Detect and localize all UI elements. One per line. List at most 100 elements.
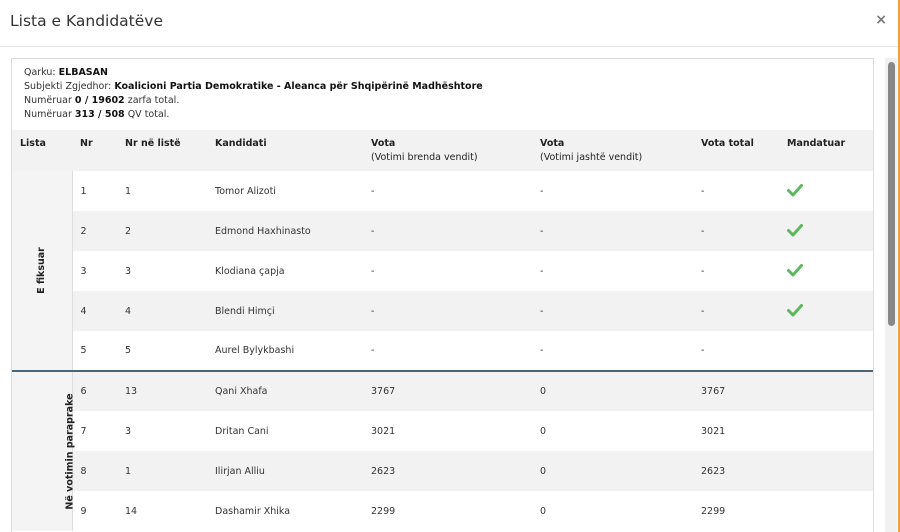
cell-jashte: - <box>540 265 544 277</box>
cell-total: - <box>693 211 779 251</box>
cell-nr: 6 <box>72 370 117 411</box>
table-row: 3 3 Klodiana çapja - - - <box>12 251 873 291</box>
col-lista: Lista <box>12 130 72 171</box>
cell-nr-liste: 3 <box>125 425 132 437</box>
table-body: E fiksuar 1 1 Tomor Alizoti - - -2 2 Edmond Haxh… <box>12 171 873 531</box>
col-vota-jashte: Vota (Votimi jashtë vendit) <box>532 130 693 171</box>
cell-brenda: - <box>371 345 375 356</box>
qarku-value: ELBASAN <box>58 67 108 78</box>
cell-total: 2299 <box>701 505 726 517</box>
table-row: 9 14 Dashamir Xhika 2299 0 2299 <box>12 491 873 531</box>
cell-nr: 8 <box>72 451 117 491</box>
table-row: 2 2 Edmond Haxhinasto - - - <box>12 211 873 251</box>
table-row: 8 1 Ilirjan Alliu 2623 0 2623 <box>12 451 873 491</box>
qarku-label: Qarku: <box>24 67 56 78</box>
cell-total: - <box>701 345 705 356</box>
cell-nr: 5 <box>80 345 87 356</box>
cell-kandidati: Edmond Haxhinasto <box>207 211 363 251</box>
cell-nr: 3 <box>80 265 87 277</box>
close-icon[interactable]: × <box>875 13 887 27</box>
cell-nr-liste: 14 <box>125 505 138 517</box>
numeruar-qv-suffix: QV total. <box>127 109 170 120</box>
cell-nr-liste: 13 <box>117 370 207 411</box>
table-header: Lista Nr Nr në listë Kandidati Vota (Voti… <box>12 130 873 171</box>
numeruar-qv-line: Numëruar 313 / 508 QV total. <box>24 108 861 122</box>
cell-jashte: 0 <box>540 505 547 517</box>
col-vota-brenda-sub: (Votimi brenda vendit) <box>371 152 478 163</box>
cell-mandatuar <box>779 331 873 371</box>
numeruar-label: Numëruar <box>24 109 72 120</box>
cell-mandatuar <box>779 171 873 211</box>
table-row: Në votimin paraprake 6 13 Qani Xhafa 3767 0 37… <box>12 370 873 531</box>
col-kandidati: Kandidati <box>207 130 363 171</box>
cell-mandatuar <box>779 451 873 491</box>
check-icon <box>787 183 803 200</box>
qarku-line: Qarku: ELBASAN <box>24 66 861 80</box>
cell-kandidati: Aurel Bylykbashi <box>215 345 295 356</box>
group-fiksuar: E fiksuar <box>12 171 73 371</box>
cell-nr: 1 <box>80 185 87 197</box>
cell-nr-liste: 4 <box>117 291 207 331</box>
table-row: 5 5 Aurel Bylykbashi - - - <box>12 331 873 371</box>
cell-kandidati: Tomor Alizoti <box>215 185 276 197</box>
cell-total: 3021 <box>701 425 726 437</box>
cell-total: - <box>693 291 779 331</box>
cell-total: - <box>701 265 705 277</box>
cell-mandatuar <box>779 251 873 291</box>
group-label: E fiksuar <box>36 247 48 294</box>
col-mandatuar: Mandatuar <box>779 130 873 171</box>
candidates-table: Lista Nr Nr në listë Kandidati Vota (Voti… <box>12 130 873 531</box>
check-icon <box>787 263 803 280</box>
cell-nr: 9 <box>80 505 87 517</box>
cell-jashte: - <box>532 211 693 251</box>
cell-jashte: - <box>540 345 544 356</box>
table-row: 7 3 Dritan Cani 3021 0 3021 <box>12 411 873 451</box>
numeruar-zarfa-value: 0 / 19602 <box>74 95 125 106</box>
subjekti-line: Subjekti Zgjedhor: Koalicioni Partia Dem… <box>24 80 861 94</box>
cell-brenda: - <box>371 265 375 277</box>
cell-brenda: 2623 <box>363 451 532 491</box>
cell-nr-liste: 2 <box>117 211 207 251</box>
cell-kandidati: Dashamir Xhika <box>215 505 291 517</box>
cell-brenda: 3767 <box>363 370 532 411</box>
cell-nr: 4 <box>72 291 117 331</box>
cell-kandidati: Klodiana çapja <box>215 265 285 277</box>
col-nr-liste: Nr në listë <box>117 130 207 171</box>
col-vota-brenda: Vota (Votimi brenda vendit) <box>363 130 532 171</box>
col-nr: Nr <box>72 130 117 171</box>
candidates-panel: Qarku: ELBASAN Subjekti Zgjedhor: Koalic… <box>11 58 874 532</box>
cell-jashte: - <box>532 291 693 331</box>
cell-jashte: 0 <box>540 425 547 437</box>
modal-header: Lista e Kandidatëve × <box>0 0 900 47</box>
group-paraprake: Në votimin paraprake <box>12 370 76 531</box>
info-block: Qarku: ELBASAN Subjekti Zgjedhor: Koalic… <box>12 59 873 130</box>
cell-kandidati: Dritan Cani <box>215 425 269 437</box>
numeruar-zarfa-suffix: zarfa total. <box>127 95 180 106</box>
col-vota-jashte-sub: (Votimi jashtë vendit) <box>540 152 643 163</box>
check-icon <box>787 303 803 320</box>
subjekti-label: Subjekti Zgjedhor: <box>24 81 112 92</box>
cell-mandatuar <box>779 211 873 251</box>
cell-mandatuar <box>779 370 873 411</box>
numeruar-label: Numëruar <box>24 95 72 106</box>
cell-kandidati: Ilirjan Alliu <box>207 451 363 491</box>
group-label: Në votimin paraprake <box>64 393 76 510</box>
modal-title: Lista e Kandidatëve <box>10 12 164 30</box>
cell-brenda: - <box>371 185 375 197</box>
col-vota-total: Vota total <box>693 130 779 171</box>
scrollbar-thumb[interactable] <box>888 62 895 326</box>
cell-jashte: - <box>540 185 544 197</box>
check-icon <box>787 223 803 240</box>
cell-jashte: 0 <box>532 370 693 411</box>
cell-total: 2623 <box>693 451 779 491</box>
table-row: E fiksuar 1 1 Tomor Alizoti - - - <box>12 171 873 371</box>
cell-brenda: - <box>363 291 532 331</box>
cell-total: 3767 <box>693 370 779 411</box>
cell-brenda: 3021 <box>371 425 396 437</box>
cell-nr: 2 <box>72 211 117 251</box>
cell-brenda: 2299 <box>371 505 396 517</box>
numeruar-qv-value: 313 / 508 <box>74 109 125 120</box>
cell-mandatuar <box>779 411 873 451</box>
col-vota-jashte-title: Vota <box>540 138 565 149</box>
cell-mandatuar <box>779 291 873 331</box>
